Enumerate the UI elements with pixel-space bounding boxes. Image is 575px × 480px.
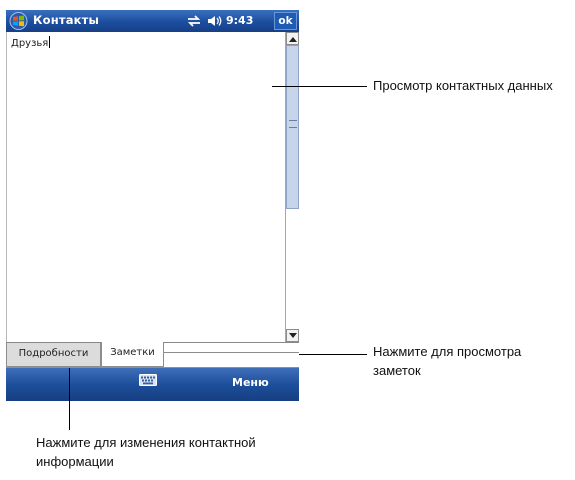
sync-icon[interactable] bbox=[186, 15, 202, 27]
app-title: Контакты bbox=[33, 13, 100, 27]
vertical-scrollbar[interactable] bbox=[285, 32, 299, 342]
clock[interactable]: 9:43 bbox=[226, 14, 253, 27]
text-caret bbox=[49, 36, 51, 48]
pocket-pc-screen: Контакты 9:43 ok Друзья Подробности Заме… bbox=[6, 10, 299, 401]
ok-button[interactable]: ok bbox=[274, 12, 297, 30]
tab-strip: Подробности Заметки bbox=[6, 342, 299, 367]
callout-view-notes-line1: Нажмите для просмотра bbox=[373, 344, 522, 359]
arrow-down-icon bbox=[289, 333, 297, 338]
scroll-down-button[interactable] bbox=[286, 329, 299, 342]
callout-view-notes-line2: заметок bbox=[373, 363, 421, 378]
windows-start-icon[interactable] bbox=[9, 12, 28, 30]
scroll-thumb[interactable] bbox=[286, 45, 299, 209]
callout-view-contact: Просмотр контактных данных bbox=[373, 78, 553, 93]
thumb-grip bbox=[289, 120, 297, 128]
callout-line-view-notes bbox=[299, 354, 367, 355]
tab-notes[interactable]: Заметки bbox=[101, 342, 164, 367]
notes-text[interactable]: Друзья bbox=[11, 36, 51, 49]
tab-strip-filler bbox=[164, 343, 299, 353]
title-bar: Контакты 9:43 ok bbox=[6, 10, 299, 32]
notes-area[interactable]: Друзья bbox=[6, 32, 285, 342]
menu-button[interactable]: Меню bbox=[232, 376, 269, 389]
tab-details[interactable]: Подробности bbox=[6, 343, 101, 367]
callout-line-view-contact bbox=[272, 86, 367, 87]
keyboard-icon[interactable] bbox=[139, 374, 157, 386]
scroll-up-button[interactable] bbox=[286, 32, 299, 45]
menu-bar: Меню bbox=[6, 367, 299, 401]
callout-edit-contact-line1: Нажмите для изменения контактной bbox=[36, 435, 256, 450]
volume-icon[interactable] bbox=[207, 15, 222, 27]
callout-line-edit-contact bbox=[69, 368, 70, 430]
arrow-up-icon bbox=[289, 37, 297, 42]
notes-text-value: Друзья bbox=[11, 38, 49, 49]
callout-edit-contact-line2: информации bbox=[36, 454, 114, 469]
